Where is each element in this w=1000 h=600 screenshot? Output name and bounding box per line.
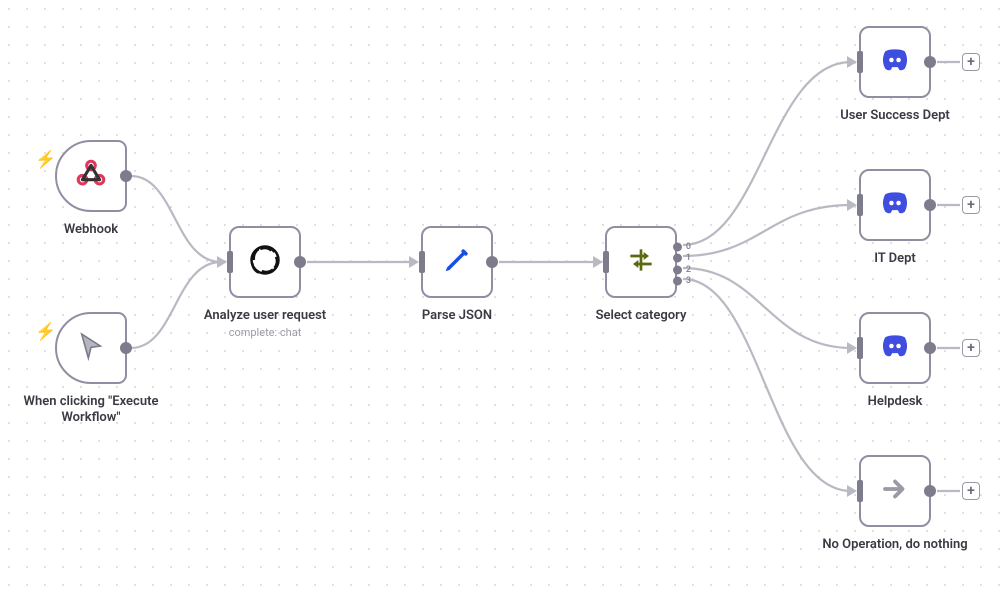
input-port[interactable] bbox=[857, 51, 863, 73]
input-port[interactable] bbox=[857, 480, 863, 502]
node-label: Parse JSON bbox=[377, 308, 537, 324]
node-sublabel: complete: chat bbox=[185, 326, 345, 340]
webhook-icon bbox=[74, 157, 108, 195]
output-port[interactable] bbox=[120, 342, 132, 354]
input-port[interactable] bbox=[857, 194, 863, 216]
output-port[interactable] bbox=[924, 485, 936, 497]
node-label: Webhook bbox=[11, 222, 171, 238]
node-label: Analyze user request complete: chat bbox=[185, 308, 345, 340]
trigger-bolt-icon: ⚡ bbox=[35, 150, 56, 170]
port-label: 1 bbox=[686, 253, 691, 263]
port-label: 3 bbox=[686, 276, 691, 286]
output-port[interactable] bbox=[120, 170, 132, 182]
workflow-canvas[interactable]: ⚡ Webhook ⚡ When clicking "Execute Workf… bbox=[0, 0, 1000, 600]
switch-icon bbox=[625, 244, 657, 280]
node-select-category[interactable]: 0 1 2 3 Select category bbox=[605, 226, 677, 298]
node-label: Select category bbox=[561, 308, 721, 324]
node-manual-trigger[interactable]: ⚡ When clicking "Execute Workflow" bbox=[55, 312, 127, 384]
add-node-button[interactable]: + bbox=[962, 482, 980, 500]
output-port-2[interactable] bbox=[673, 266, 682, 275]
output-port-0[interactable] bbox=[673, 243, 682, 252]
output-port[interactable] bbox=[924, 342, 936, 354]
output-port-3[interactable] bbox=[673, 277, 682, 286]
output-port[interactable] bbox=[294, 256, 306, 268]
port-label: 2 bbox=[686, 265, 691, 275]
input-port[interactable] bbox=[603, 251, 609, 273]
discord-icon bbox=[878, 329, 912, 367]
output-port[interactable] bbox=[486, 256, 498, 268]
node-label: No Operation, do nothing bbox=[815, 537, 975, 553]
node-label: Helpdesk bbox=[815, 394, 975, 410]
port-label: 0 bbox=[686, 242, 691, 252]
node-noop[interactable]: No Operation, do nothing bbox=[859, 455, 931, 527]
node-analyze[interactable]: Analyze user request complete: chat bbox=[229, 226, 301, 298]
discord-icon bbox=[878, 43, 912, 81]
pencil-icon bbox=[442, 245, 472, 279]
node-discord-helpdesk[interactable]: Helpdesk bbox=[859, 312, 931, 384]
node-discord-user-success[interactable]: User Success Dept bbox=[859, 26, 931, 98]
node-discord-it[interactable]: IT Dept bbox=[859, 169, 931, 241]
add-node-button[interactable]: + bbox=[962, 53, 980, 71]
openai-icon bbox=[246, 241, 284, 283]
node-parse-json[interactable]: Parse JSON bbox=[421, 226, 493, 298]
output-port[interactable] bbox=[924, 56, 936, 68]
output-port-1[interactable] bbox=[673, 254, 682, 263]
input-port[interactable] bbox=[857, 337, 863, 359]
node-label: User Success Dept bbox=[815, 108, 975, 124]
cursor-icon bbox=[75, 330, 107, 366]
arrow-right-icon bbox=[880, 474, 910, 508]
node-label: When clicking "Execute Workflow" bbox=[11, 394, 171, 427]
output-port[interactable] bbox=[924, 199, 936, 211]
input-port[interactable] bbox=[419, 251, 425, 273]
node-webhook[interactable]: ⚡ Webhook bbox=[55, 140, 127, 212]
add-node-button[interactable]: + bbox=[962, 196, 980, 214]
discord-icon bbox=[878, 186, 912, 224]
input-port[interactable] bbox=[227, 251, 233, 273]
node-label: IT Dept bbox=[815, 251, 975, 267]
add-node-button[interactable]: + bbox=[962, 339, 980, 357]
trigger-bolt-icon: ⚡ bbox=[35, 322, 56, 342]
